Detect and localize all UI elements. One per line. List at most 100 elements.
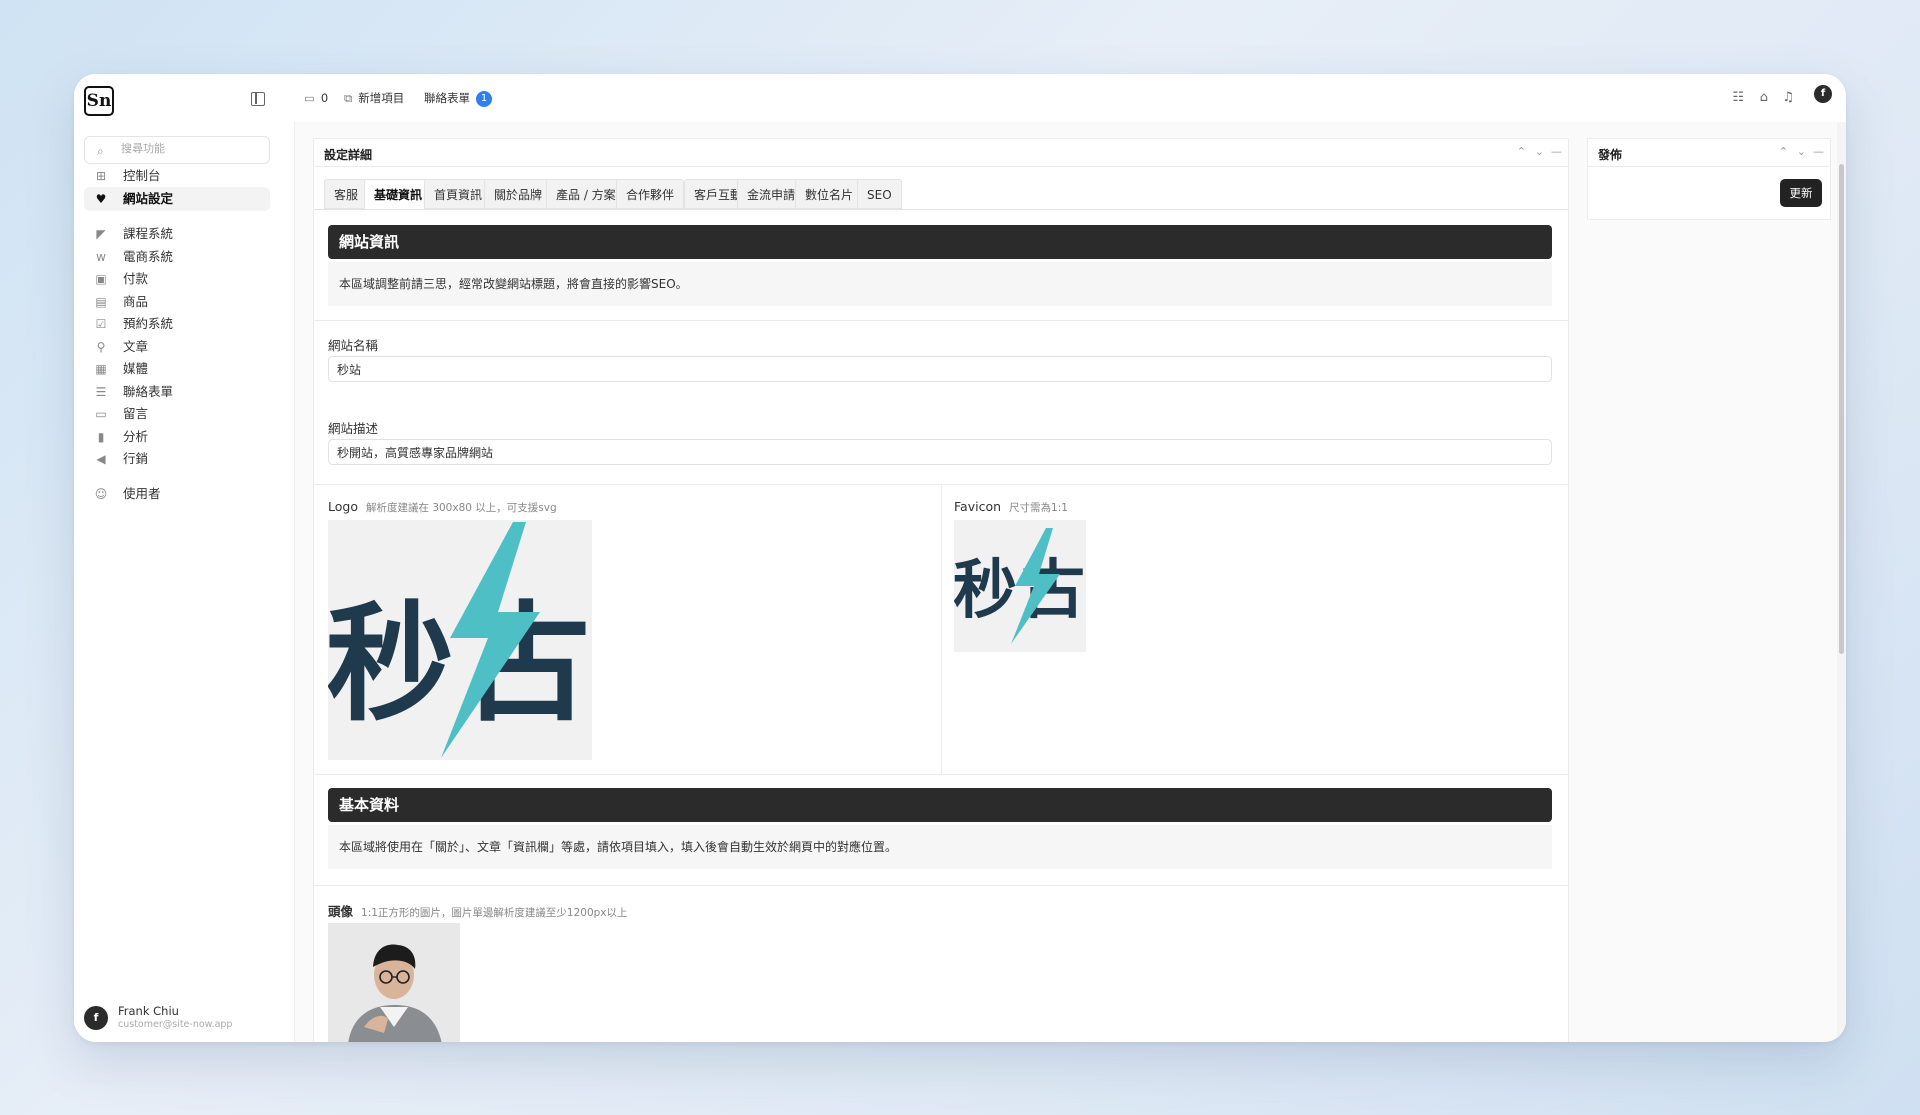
avatar-label-text: 頭像 <box>328 904 354 919</box>
site-name-field[interactable] <box>328 356 1552 382</box>
settings-tab[interactable]: SEO <box>857 179 902 209</box>
sidebar-collapse-icon[interactable] <box>251 92 265 106</box>
sidebar-item-label: 分析 <box>123 429 149 444</box>
settings-tab[interactable]: 關於品牌 <box>484 179 553 209</box>
new-item-label: 新增項目 <box>358 91 405 105</box>
sidebar-item-label: 留言 <box>123 406 149 421</box>
sidebar-item[interactable]: ▮ 分析 <box>84 425 270 449</box>
megaphone-icon: ◀ <box>96 452 106 466</box>
logo-image[interactable]: 秒 古 <box>328 520 592 760</box>
sidebar-item-label: 行銷 <box>123 451 149 466</box>
panel-header: 設定詳細 ⌃ ⌄ — <box>314 139 1568 167</box>
comment-icon: ▭ <box>304 91 315 105</box>
user-email: customer@site-now.app <box>118 1019 233 1030</box>
form-icon: ☰ <box>95 385 107 399</box>
publish-title: 發佈 <box>1598 148 1623 162</box>
contact-form-link[interactable]: 聯絡表單 1 <box>424 89 492 107</box>
settings-tab[interactable]: 數位名片 <box>795 179 864 209</box>
sidebar-item[interactable]: ◀ 行銷 <box>84 447 270 471</box>
sidebar-item-label: 課程系統 <box>123 226 174 241</box>
sidebar-item-label: 文章 <box>123 339 149 354</box>
sidebar-item-label: 付款 <box>123 271 149 286</box>
favicon-label-text: Favicon <box>954 499 1002 514</box>
main-content: 設定詳細 ⌃ ⌄ — 客服 基礎資訊 首頁資訊 關於品牌 產品 / 方案 合作夥伴 客戶互動… <box>294 122 1846 1042</box>
sidebar-item[interactable]: ⚲ 文章 <box>84 335 270 359</box>
logo-char-1: 秒 <box>328 590 454 739</box>
minimize-icon[interactable]: — <box>1813 145 1824 158</box>
chart-icon: ▮ <box>97 430 105 444</box>
avatar-hint: 1:1正方形的圖片，圖片單邊解析度建議至少1200px以上 <box>361 907 628 919</box>
new-item-link[interactable]: ⧉ 新增項目 <box>344 89 404 107</box>
sidebar-item-label: 使用者 <box>123 486 161 501</box>
settings-tab[interactable]: 產品 / 方案 <box>546 179 626 209</box>
sidebar-item-label: 網站設定 <box>123 191 174 206</box>
user-profile[interactable]: f Frank Chiu customer@site-now.app <box>84 1004 284 1034</box>
site-desc-label: 網站描述 <box>328 421 379 436</box>
sidebar-item[interactable]: ☺ 使用者 <box>84 482 270 506</box>
section-title: 基本資料 <box>328 788 1552 822</box>
sidebar-item[interactable]: ▦ 媒體 <box>84 357 270 381</box>
tab-content: 網站資訊 本區域調整前請三思，經常改變網站標題，將會直接的影響SEO。 網站名稱… <box>314 209 1568 1042</box>
top-bar: ▭ 0 ⧉ 新增項目 聯絡表單 1 ☷ ⌂ ♫ f <box>294 74 1846 122</box>
sidebar-search[interactable]: ⌕ <box>84 136 270 164</box>
home-icon[interactable]: ⌂ <box>1760 90 1768 105</box>
divider <box>314 885 1568 886</box>
sidebar-item[interactable]: w 電商系統 <box>84 245 270 269</box>
comments-link[interactable]: ▭ 0 <box>304 89 328 107</box>
avatar-image[interactable] <box>328 923 460 1042</box>
search-input[interactable] <box>121 142 261 155</box>
section-note: 本區域將使用在「關於」、文章「資訊欄」等處，請依項目填入，填入後會自動生效於網頁… <box>328 825 1552 869</box>
site-name-label: 網站名稱 <box>328 338 379 353</box>
sidebar-item-label: 電商系統 <box>123 249 174 264</box>
sidebar-item[interactable]: ☰ 聯絡表單 <box>84 380 270 404</box>
sidebar-item[interactable]: ▭ 留言 <box>84 402 270 426</box>
vertical-divider <box>941 484 942 774</box>
sidebar-item-label: 聯絡表單 <box>123 384 174 399</box>
minimize-icon[interactable]: — <box>1551 145 1562 158</box>
sidebar: Sn ⌕ ⊞ 控制台 ♥ 網站設定 ◤ 課程系統 w 電商系統 ▣ 付款 ▤ 商品 ☑ 預約系統 ⚲ 文章 ▦ 媒… <box>74 74 294 1042</box>
settings-tab[interactable]: 基礎資訊 <box>364 179 433 209</box>
sidebar-item[interactable]: ◤ 課程系統 <box>84 222 270 246</box>
panel-header: 發佈 ⌃ ⌄ — <box>1588 139 1830 167</box>
favicon-label: Favicon 尺寸需為1:1 <box>954 499 1068 515</box>
course-icon: ◤ <box>96 227 106 241</box>
contact-form-label: 聯絡表單 <box>424 91 470 105</box>
sidebar-item[interactable]: ▣ 付款 <box>84 267 270 291</box>
favicon-char-1: 秒 <box>954 554 1017 628</box>
sidebar-item[interactable]: ⊞ 控制台 <box>84 164 270 188</box>
chevron-down-icon[interactable]: ⌄ <box>1797 145 1806 158</box>
comment-icon: ▭ <box>95 407 107 421</box>
woo-icon: w <box>96 250 106 264</box>
sidebar-item[interactable]: ▤ 商品 <box>84 290 270 314</box>
chevron-down-icon[interactable]: ⌄ <box>1535 145 1544 158</box>
update-button[interactable]: 更新 <box>1780 179 1822 207</box>
logo-label: Logo 解析度建議在 300x80 以上，可支援svg <box>328 499 557 515</box>
settings-sliders-icon[interactable]: ☷ <box>1732 90 1744 105</box>
sidebar-item[interactable]: ☑ 預約系統 <box>84 312 270 336</box>
divider <box>314 320 1568 321</box>
divider <box>314 774 1568 775</box>
scrollbar-thumb[interactable] <box>1839 164 1844 654</box>
favicon-graphic: 秒 古 <box>954 528 1085 644</box>
avatar[interactable]: f <box>1814 85 1832 103</box>
chevron-up-icon[interactable]: ⌃ <box>1517 145 1526 158</box>
chevron-up-icon[interactable]: ⌃ <box>1779 145 1788 158</box>
favicon-hint: 尺寸需為1:1 <box>1009 502 1068 514</box>
booking-icon: ☑ <box>95 317 107 331</box>
sidebar-item-label: 媒體 <box>123 361 149 376</box>
settings-panel: 設定詳細 ⌃ ⌄ — 客服 基礎資訊 首頁資訊 關於品牌 產品 / 方案 合作夥伴 客戶互動… <box>313 138 1569 1042</box>
heart-icon: ♥ <box>95 192 107 206</box>
avatar-photo <box>328 923 460 1042</box>
avatar: f <box>84 1006 108 1030</box>
bell-icon[interactable]: ♫ <box>1782 90 1794 105</box>
settings-tab[interactable]: 首頁資訊 <box>424 179 493 209</box>
app-window: Sn ⌕ ⊞ 控制台 ♥ 網站設定 ◤ 課程系統 w 電商系統 ▣ 付款 ▤ 商品 ☑ 預約系統 ⚲ 文章 ▦ 媒… <box>74 74 1846 1042</box>
sidebar-item[interactable]: ♥ 網站設定 <box>84 187 270 211</box>
settings-tab[interactable]: 合作夥伴 <box>616 179 685 209</box>
sidebar-item-label: 控制台 <box>123 168 161 183</box>
settings-tab[interactable]: 客服 <box>324 179 369 209</box>
archive-icon: ▤ <box>95 295 107 309</box>
favicon-image[interactable]: 秒 古 <box>954 520 1086 652</box>
brand-logo[interactable]: Sn <box>84 86 114 116</box>
site-desc-field[interactable] <box>328 439 1552 465</box>
